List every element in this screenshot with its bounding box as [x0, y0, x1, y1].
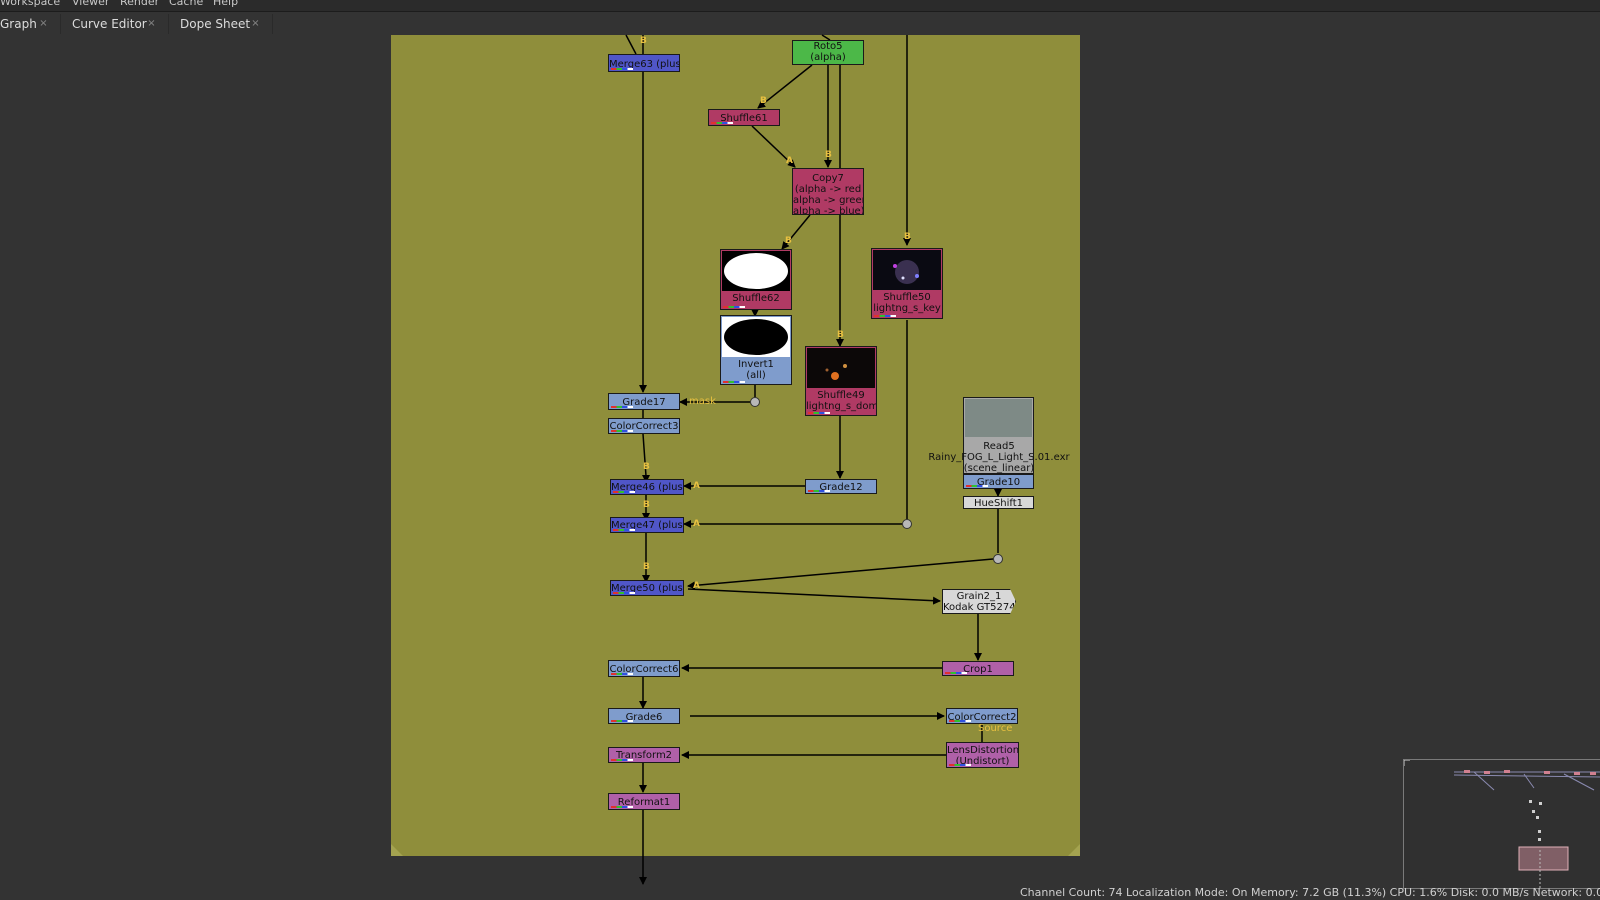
node-shuffle61[interactable]: Shuffle61 [708, 109, 780, 126]
dot-node[interactable] [993, 554, 1003, 564]
node-transform2[interactable]: Transform2 [608, 747, 680, 763]
node-colorcorrect6[interactable]: ColorCorrect6 [608, 660, 680, 677]
node-grade17[interactable]: Grade17 [608, 393, 680, 410]
node-shuffle50[interactable]: Shuffle50 lightng_s_key [871, 248, 943, 319]
input-label-b: B [643, 562, 650, 572]
thumbnail-lighting-dome [807, 348, 875, 388]
node-hueshift1[interactable]: HueShift1 [963, 496, 1034, 509]
node-grade6[interactable]: Grade6 [608, 708, 680, 724]
navigator-overview [1404, 760, 1600, 888]
node-lensdistortion1[interactable]: LensDistortion1 (Undistort) [946, 742, 1019, 768]
dot-node[interactable] [750, 397, 760, 407]
input-label-b: B [825, 150, 832, 160]
input-label-a: A [693, 581, 700, 591]
node-merge46[interactable]: Merge46 (plus) [610, 479, 684, 495]
node-merge50[interactable]: Merge50 (plus) [610, 580, 684, 596]
node-shuffle62[interactable]: Shuffle62 [720, 249, 792, 310]
dot-node[interactable] [902, 519, 912, 529]
node-invert1[interactable]: Invert1 (all) [720, 315, 792, 385]
node-colorcorrect2[interactable]: ColorCorrect2 [946, 708, 1018, 724]
node-grade10[interactable]: Grade10 [963, 474, 1034, 489]
node-colorcorrect3[interactable]: ColorCorrect3 [608, 418, 680, 434]
input-label-a: A [693, 481, 700, 491]
read5-label: Read5 Rainy_FOG_L_Light_S.01.exr (scene_… [928, 441, 1070, 474]
node-grade12[interactable]: Grade12 [805, 479, 877, 494]
node-merge47[interactable]: Merge47 (plus) [610, 517, 684, 533]
wire[interactable] [687, 558, 994, 590]
graph-navigator[interactable] [1403, 759, 1600, 889]
input-label-a: A [786, 156, 793, 166]
thumbnail-black-matte [722, 317, 790, 357]
wire[interactable] [642, 433, 650, 483]
node-merge63[interactable]: Merge63 (plus) [608, 54, 680, 72]
input-label-b: B [640, 36, 647, 46]
input-label-b: B [643, 500, 650, 510]
node-grain2-1[interactable]: Grain2_1 Kodak GT5274 [942, 589, 1016, 614]
node-crop1[interactable]: Crop1 [942, 661, 1014, 676]
node-copy7[interactable]: Copy7 (alpha -> red alpha -> green alpha… [792, 168, 864, 215]
thumbnail-lighting-key [873, 250, 941, 290]
input-label-b: B [904, 232, 911, 242]
node-shuffle49[interactable]: Shuffle49 lightng_s_dome [805, 346, 877, 416]
node-reformat1[interactable]: Reformat1 [608, 793, 680, 810]
input-label-b: B [837, 330, 844, 340]
node-roto5[interactable]: Roto5 (alpha) [792, 40, 864, 65]
thumbnail-white-matte [722, 251, 790, 291]
input-label-b: B [760, 96, 767, 106]
input-label-b: B [785, 236, 792, 246]
status-bar: Channel Count: 74 Localization Mode: On … [1020, 886, 1600, 899]
thumbnail-fog [965, 399, 1032, 437]
input-label-a: A [693, 519, 700, 529]
input-label-b: B [643, 462, 650, 472]
node-connections [625, 34, 1002, 885]
mask-label: mask [689, 396, 716, 407]
source-label: Source [978, 723, 1013, 734]
wire[interactable] [687, 588, 941, 605]
wire[interactable] [625, 34, 637, 55]
